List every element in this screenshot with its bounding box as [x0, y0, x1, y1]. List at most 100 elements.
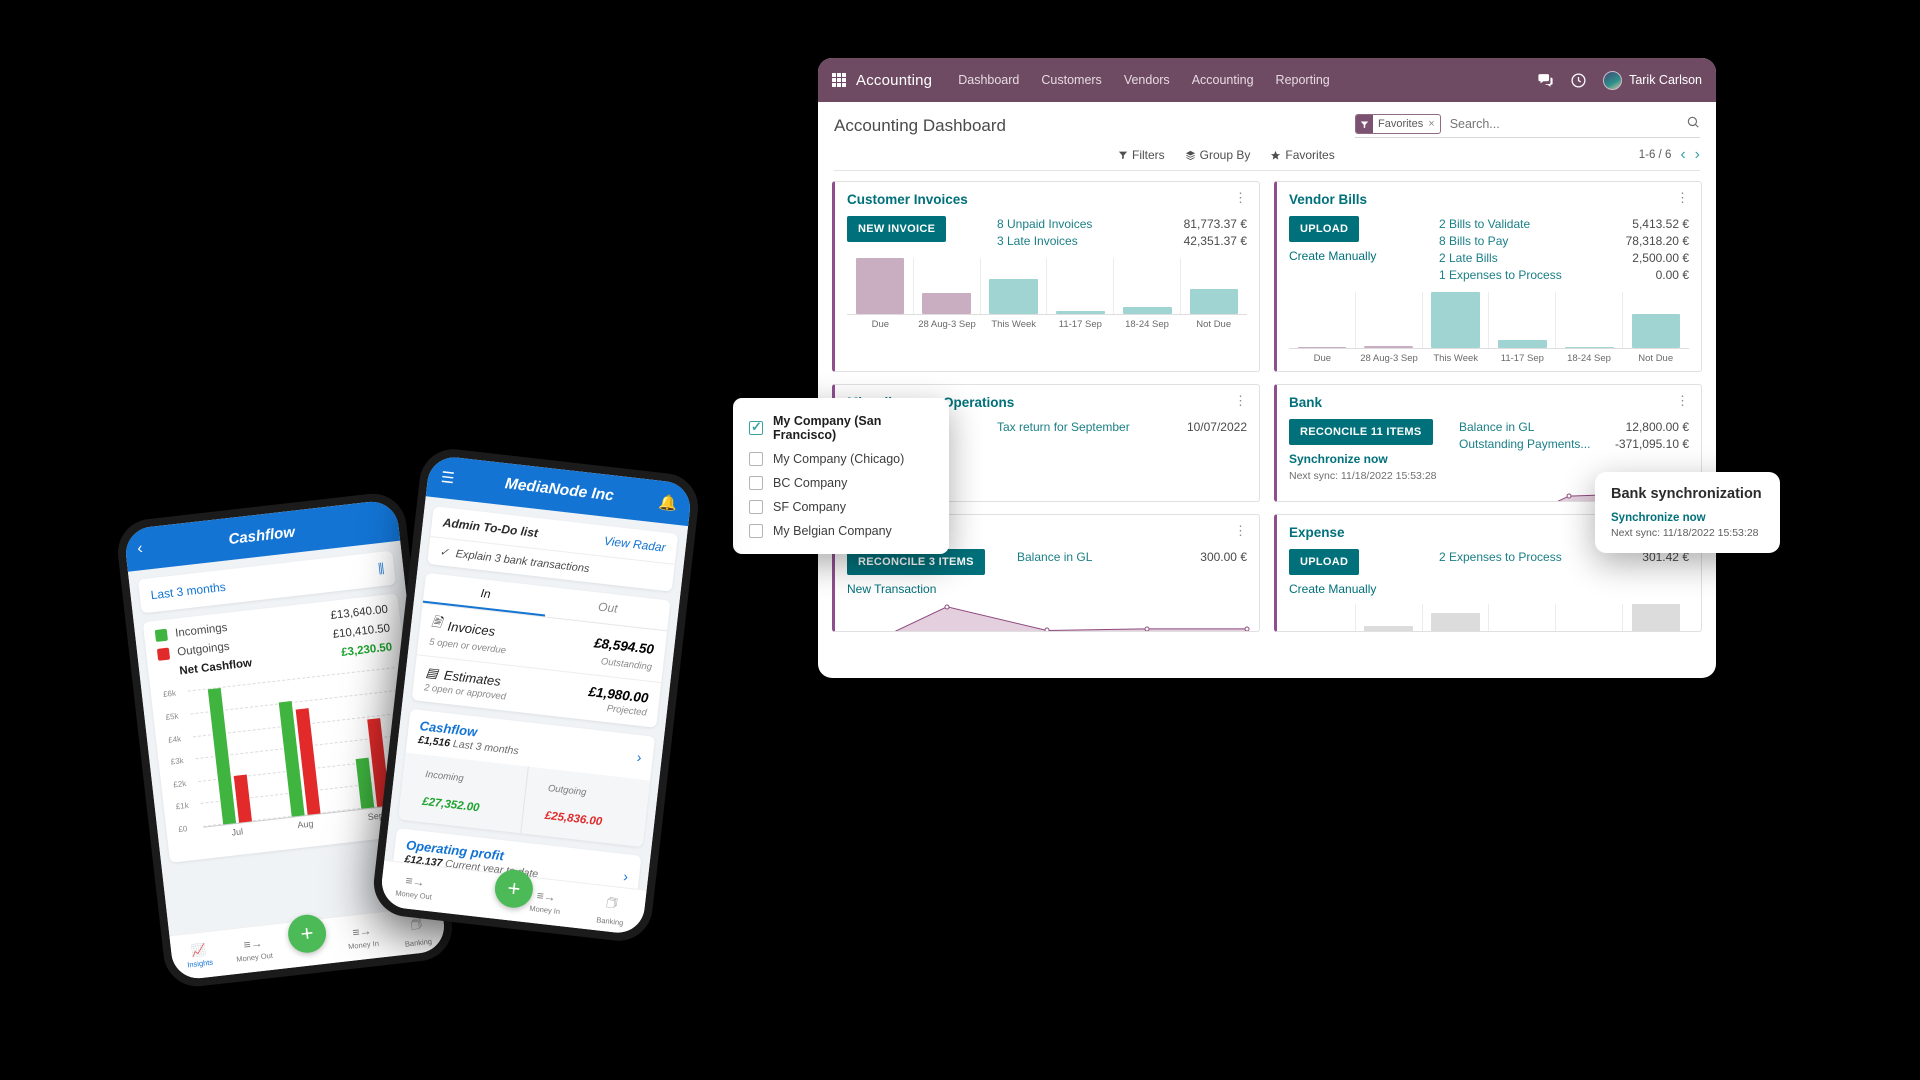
x-axis-tick: Jul	[230, 826, 244, 838]
nav-item-money-out[interactable]: ≡→ Money Out	[225, 934, 282, 965]
new-transaction-link[interactable]: New Transaction	[847, 582, 1017, 596]
stat-label[interactable]: 2 Bills to Validate	[1439, 216, 1530, 233]
legend-swatch-outgoings	[156, 647, 171, 661]
chevron-right-icon[interactable]: ›	[622, 868, 628, 884]
card-customer-invoices[interactable]: Customer Invoices ⋮ NEW INVOICE 8 Unpaid…	[832, 181, 1260, 372]
company-option-2[interactable]: BC Company	[733, 471, 949, 495]
company-switcher-dropdown[interactable]: My Company (San Francisco) My Company (Ch…	[733, 398, 949, 554]
stat-label[interactable]: 8 Unpaid Invoices	[997, 216, 1092, 233]
x-axis-tick: Aug	[296, 818, 314, 831]
apps-grid-icon[interactable]	[832, 73, 846, 87]
checkbox-icon[interactable]	[749, 476, 763, 490]
filter-sliders-icon[interactable]: ⫼	[377, 561, 384, 577]
stat-label[interactable]: 1 Expenses to Process	[1439, 267, 1562, 284]
bell-icon[interactable]: 🔔	[658, 493, 679, 513]
checkbox-icon[interactable]	[749, 419, 763, 435]
stat-row[interactable]: 8 Bills to Pay 78,318.20 €	[1439, 233, 1689, 250]
stat-row[interactable]: 3 Late Invoices 42,351.37 €	[997, 233, 1247, 250]
create-manually-link[interactable]: Create Manually	[1289, 582, 1439, 596]
bank-synchronization-popup[interactable]: Bank synchronization Synchronize now Nex…	[1595, 472, 1780, 553]
bar-column	[1489, 604, 1557, 631]
stat-label[interactable]: 3 Late Invoices	[997, 233, 1078, 250]
favorites-button[interactable]: Favorites	[1270, 148, 1335, 162]
next-sync-text: Next sync: 11/18/2022 15:53:28	[1611, 527, 1759, 539]
stat-row[interactable]: Balance in GL 12,800.00 €	[1459, 419, 1689, 436]
create-manually-link[interactable]: Create Manually	[1289, 249, 1439, 263]
new-invoice-button[interactable]: NEW INVOICE	[847, 216, 947, 242]
menu-item-dashboard[interactable]: Dashboard	[958, 73, 1019, 87]
star-icon	[1271, 150, 1281, 160]
stat-row[interactable]: 2 Late Bills 2,500.00 €	[1439, 250, 1689, 267]
misc-entry-label[interactable]: Tax return for September	[997, 419, 1130, 436]
todo-title: Admin To-Do list	[442, 515, 539, 541]
kebab-menu-icon[interactable]: ⋮	[1676, 394, 1689, 407]
stat-label[interactable]: 2 Late Bills	[1439, 250, 1498, 267]
bar-label: This Week	[991, 319, 1037, 330]
close-icon[interactable]: ×	[1428, 118, 1439, 130]
stat-row[interactable]: 2 Bills to Validate 5,413.52 €	[1439, 216, 1689, 233]
nav-item-money-in[interactable]: ≡→ Money In	[334, 921, 391, 952]
pager-prev-icon[interactable]: ‹	[1680, 147, 1685, 163]
card-vendor-bills[interactable]: Vendor Bills ⋮ UPLOAD Create Manually 2 …	[1274, 181, 1702, 372]
company-option-1[interactable]: My Company (Chicago)	[733, 447, 949, 471]
menu-item-customers[interactable]: Customers	[1041, 73, 1101, 87]
filter-funnel-icon	[1356, 115, 1373, 133]
stat-row[interactable]: Outstanding Payments... -371,095.10 €	[1459, 436, 1689, 453]
cashflow-outgoing: Outgoing £25,836.00	[521, 767, 650, 847]
checkbox-icon[interactable]	[749, 500, 763, 514]
nav-item-banking[interactable]: 🗇 Banking	[577, 890, 646, 929]
menu-item-accounting[interactable]: Accounting	[1192, 73, 1254, 87]
search-icon[interactable]	[1686, 115, 1700, 134]
back-icon[interactable]: ‹	[136, 540, 143, 558]
layers-icon	[1185, 150, 1195, 160]
search-facet-favorites[interactable]: Favorites ×	[1355, 114, 1441, 134]
chevron-right-icon[interactable]: ›	[636, 749, 642, 765]
stat-label[interactable]: Outstanding Payments...	[1459, 436, 1590, 453]
bar	[1431, 292, 1480, 348]
nav-item-money-out[interactable]: ≡→ Money Out	[380, 871, 448, 903]
kebab-menu-icon[interactable]: ⋮	[1234, 394, 1247, 407]
checkbox-icon[interactable]	[749, 452, 763, 466]
y-axis-tick: £6k	[162, 688, 177, 700]
checkbox-icon[interactable]	[749, 524, 763, 538]
bar	[1364, 345, 1414, 348]
favorites-label: Favorites	[1285, 148, 1335, 162]
hamburger-menu-icon[interactable]: ☰	[440, 468, 455, 487]
stat-label[interactable]: Balance in GL	[1017, 549, 1092, 566]
search-input[interactable]	[1447, 116, 1686, 132]
stat-row[interactable]: Tax return for September 10/07/2022	[997, 419, 1247, 436]
chat-icon[interactable]	[1537, 72, 1554, 89]
company-option-4[interactable]: My Belgian Company	[733, 519, 949, 543]
control-panel: Accounting Dashboard Favorites × Search.…	[818, 102, 1716, 171]
group-by-button[interactable]: Group By	[1185, 148, 1250, 162]
view-radar-link[interactable]: View Radar	[603, 534, 666, 555]
upload-button[interactable]: UPLOAD	[1289, 216, 1360, 242]
stat-row[interactable]: 8 Unpaid Invoices 81,773.37 €	[997, 216, 1247, 233]
menu-item-vendors[interactable]: Vendors	[1124, 73, 1170, 87]
cashflow-card[interactable]: Cashflow £1,516 Last 3 months › Incoming…	[398, 708, 656, 848]
card-stats: Tax return for September 10/07/2022	[997, 419, 1247, 436]
stat-row[interactable]: Balance in GL 300.00 €	[1017, 549, 1247, 566]
upload-button[interactable]: UPLOAD	[1289, 549, 1360, 575]
stat-row[interactable]: 1 Expenses to Process 0.00 €	[1439, 267, 1689, 284]
app-name[interactable]: Accounting	[856, 72, 932, 89]
stat-label[interactable]: Balance in GL	[1459, 419, 1534, 436]
kebab-menu-icon[interactable]: ⋮	[1676, 191, 1689, 204]
stat-label[interactable]: 8 Bills to Pay	[1439, 233, 1508, 250]
synchronize-now-link[interactable]: Synchronize now	[1611, 512, 1764, 524]
clock-icon[interactable]	[1570, 72, 1587, 89]
stat-label[interactable]: 2 Expenses to Process	[1439, 549, 1562, 566]
pager-next-icon[interactable]: ›	[1695, 147, 1700, 163]
synchronize-now-link[interactable]: Synchronize now	[1289, 452, 1459, 466]
kebab-menu-icon[interactable]: ⋮	[1234, 524, 1247, 537]
menu-item-reporting[interactable]: Reporting	[1276, 73, 1330, 87]
reconcile-items-button[interactable]: RECONCILE 11 ITEMS	[1289, 419, 1433, 445]
company-option-0[interactable]: My Company (San Francisco)	[733, 409, 949, 447]
nav-item-insights[interactable]: 📈 Insights	[171, 940, 228, 971]
filters-button[interactable]: Filters	[1118, 148, 1165, 162]
user-menu[interactable]: Tarik Carlson	[1603, 70, 1702, 90]
invoice-icon: 🖹	[430, 613, 443, 630]
company-option-3[interactable]: SF Company	[733, 495, 949, 519]
search-facet-label: Favorites	[1378, 118, 1424, 130]
kebab-menu-icon[interactable]: ⋮	[1234, 191, 1247, 204]
